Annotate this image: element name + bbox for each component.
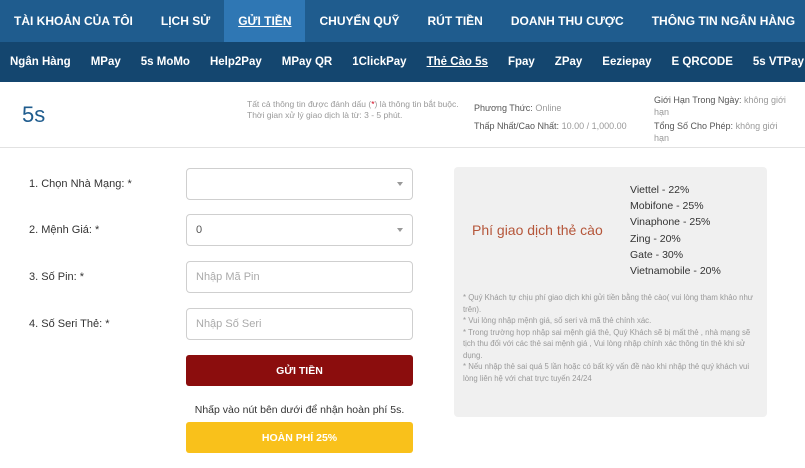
fee-note: * Vui lòng nhập mệnh giá, số seri và mã … <box>463 316 652 325</box>
required-note-text: Tất cả thông tin được đánh dấu ( <box>247 99 372 109</box>
denomination-value: 0 <box>196 224 203 236</box>
method-tab-zpay[interactable]: ZPay <box>545 56 593 68</box>
top-nav-history[interactable]: LỊCH SỬ <box>147 0 224 42</box>
total-allowed-label: Tổng Số Cho Phép: <box>654 121 734 131</box>
pin-label: 3. Số Pin: * <box>29 271 85 283</box>
top-nav-account[interactable]: TÀI KHOẢN CỦA TÔI <box>0 0 147 42</box>
submit-deposit-button[interactable]: GỬI TIỀN <box>186 355 413 386</box>
payment-method-nav: Ngân Hàng MPay 5s MoMo Help2Pay MPay QR … <box>0 42 805 82</box>
fee-rate-item: Mobifone - 25% <box>630 200 704 213</box>
fee-note: * Trong trường hợp nhập sai mệnh giá thẻ… <box>463 327 751 360</box>
daily-limit-label: Giới Hạn Trong Ngày: <box>654 95 742 105</box>
pin-row: 3. Số Pin: * <box>0 261 440 295</box>
method-tab-fpay[interactable]: Fpay <box>498 56 545 68</box>
method-tab-mpay[interactable]: MPay <box>81 56 131 68</box>
required-note-text: ) là thông tin bắt buộc. <box>374 99 459 109</box>
fee-rate-item: Vinaphone - 25% <box>630 216 711 229</box>
denomination-select[interactable]: 0 <box>186 214 413 246</box>
pin-field-box <box>186 261 413 293</box>
deposit-header: 5s Tất cả thông tin được đánh dấu (*) là… <box>0 82 805 148</box>
top-nav-deposit[interactable]: GỬI TIỀN <box>224 0 306 42</box>
fee-rate-item: Viettel - 22% <box>630 184 690 196</box>
total-allowed-info: Tổng Số Cho Phép: không giới hạn <box>654 120 794 144</box>
refund-fee-button[interactable]: HOÀN PHÍ 25% <box>186 422 413 453</box>
carrier-row: 1. Chọn Nhà Mạng: * <box>0 168 440 202</box>
fee-note: * Quý Khách tự chịu phí giao dịch khi gử… <box>463 293 754 314</box>
method-tab-mpay-qr[interactable]: MPay QR <box>272 56 343 68</box>
serial-field-box <box>186 308 413 340</box>
method-tab-5s-vtpay[interactable]: 5s VTPay <box>743 56 805 68</box>
processing-time-note: Thời gian xử lý giao dịch là từ: 3 - 5 p… <box>247 110 403 120</box>
pin-input[interactable] <box>187 262 412 292</box>
serial-row: 4. Số Seri Thẻ: * <box>0 308 440 342</box>
top-nav: TÀI KHOẢN CỦA TÔI LỊCH SỬ GỬI TIỀN CHUYỂ… <box>0 0 805 42</box>
method-tab-e-qrcode[interactable]: E QRCODE <box>662 56 743 68</box>
denomination-row: 2. Mệnh Giá: * 0 <box>0 214 440 248</box>
minmax-info: Thấp Nhất/Cao Nhất: 10.00 / 1,000.00 <box>474 120 627 132</box>
top-nav-transfer[interactable]: CHUYỂN QUỸ <box>305 0 413 42</box>
method-tab-1clickpay[interactable]: 1ClickPay <box>342 56 416 68</box>
top-nav-label: RÚT TIỀN <box>427 14 483 28</box>
method-tab-5s-momo[interactable]: 5s MoMo <box>131 56 200 68</box>
refund-note: Nhấp vào nút bên dưới để nhận hoàn phí 5… <box>194 404 405 416</box>
top-nav-label: CHUYỂN QUỸ <box>319 14 400 28</box>
top-nav-withdraw[interactable]: RÚT TIỀN <box>414 0 497 42</box>
serial-input[interactable] <box>187 309 412 339</box>
method-tab-eeziepay[interactable]: Eeziepay <box>592 56 661 68</box>
page-title: 5s <box>22 102 46 127</box>
fee-rate-list: Viettel - 22% Mobifone - 25% Vinaphone -… <box>630 182 721 279</box>
serial-label: 4. Số Seri Thẻ: * <box>29 318 110 330</box>
required-note: Tất cả thông tin được đánh dấu (*) là th… <box>247 99 462 121</box>
carrier-label: 1. Chọn Nhà Mạng: * <box>29 178 132 190</box>
chevron-down-icon <box>397 228 403 232</box>
carrier-select[interactable] <box>186 168 413 200</box>
method-label: Phương Thức: <box>474 103 533 113</box>
top-nav-turnover[interactable]: DOANH THU CƯỢC <box>497 0 638 42</box>
denomination-label: 2. Mệnh Giá: * <box>29 224 100 236</box>
method-info: Phương Thức: Online <box>474 102 561 114</box>
top-nav-label: GỬI TIỀN <box>238 14 292 28</box>
top-nav-label: LỊCH SỬ <box>160 14 211 28</box>
fee-info-panel: Phí giao dịch thẻ cào Viettel - 22% Mobi… <box>454 167 767 417</box>
top-nav-label: THÔNG TIN NGÂN HÀNG <box>651 14 796 28</box>
method-value: Online <box>535 103 562 113</box>
top-nav-label: DOANH THU CƯỢC <box>510 14 624 28</box>
top-nav-bank-info[interactable]: THÔNG TIN NGÂN HÀNG <box>638 0 805 42</box>
method-tab-scratch-card[interactable]: Thẻ Cào 5s <box>417 56 498 68</box>
minmax-value: 10.00 / 1,000.00 <box>561 121 627 131</box>
fee-rate-item: Zing - 20% <box>630 232 681 245</box>
fee-notes: * Quý Khách tự chịu phí giao dịch khi gử… <box>463 292 759 384</box>
daily-limit-info: Giới Hạn Trong Ngày: không giới hạn <box>654 94 794 118</box>
fee-note: * Nếu nhập thẻ sai quá 5 lần hoặc có bất… <box>463 362 750 383</box>
fee-panel-title: Phí giao dịch thẻ cào <box>472 222 603 238</box>
minmax-label: Thấp Nhất/Cao Nhất: <box>474 121 560 131</box>
chevron-down-icon <box>397 182 403 186</box>
method-tab-bank[interactable]: Ngân Hàng <box>0 56 81 68</box>
method-tab-help2pay[interactable]: Help2Pay <box>200 56 272 68</box>
fee-rate-item: Vietnamobile - 20% <box>630 265 721 278</box>
fee-rate-item: Gate - 30% <box>630 248 684 261</box>
top-nav-label: TÀI KHOẢN CỦA TÔI <box>14 14 133 28</box>
